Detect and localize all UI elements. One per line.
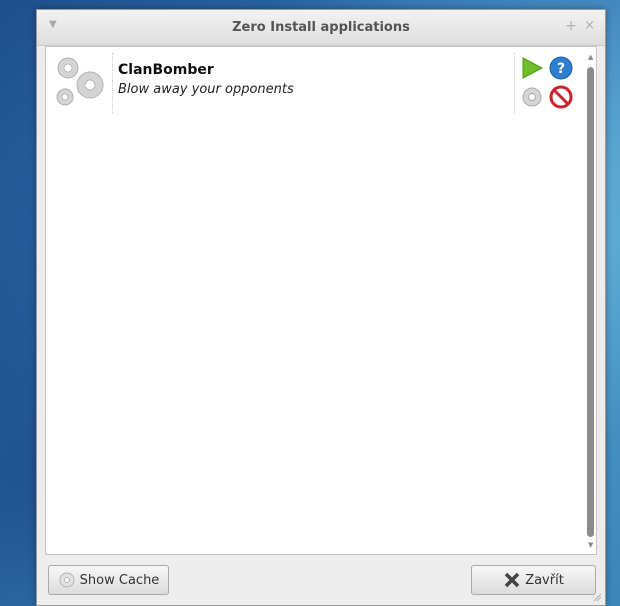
help-icon[interactable]: ? — [549, 56, 573, 80]
maximize-icon[interactable]: + — [565, 18, 577, 34]
scrollbar[interactable]: ▲ ▼ — [585, 53, 597, 549]
close-icon — [504, 572, 520, 588]
separator — [112, 53, 113, 113]
separator — [514, 53, 515, 113]
scroll-up-icon[interactable]: ▲ — [588, 53, 593, 61]
remove-icon[interactable] — [549, 85, 573, 109]
close-window-icon[interactable]: × — [584, 18, 595, 33]
zero-install-window: ▼ Zero Install applications + × ClanBomb… — [36, 9, 606, 606]
play-icon[interactable] — [520, 56, 544, 80]
app-name: ClanBomber — [118, 62, 214, 78]
close-label: Zavřít — [525, 572, 564, 588]
scroll-thumb[interactable] — [587, 67, 594, 537]
window-title: Zero Install applications — [232, 20, 410, 35]
gear-icon[interactable] — [520, 85, 544, 109]
title-bar[interactable]: ▼ Zero Install applications + × — [37, 10, 605, 46]
show-cache-label: Show Cache — [79, 572, 160, 588]
app-description: Blow away your opponents — [118, 82, 294, 97]
svg-text:?: ? — [557, 61, 565, 77]
app-list: ClanBomber Blow away your opponents ? ▲ — [45, 46, 597, 555]
show-cache-button[interactable]: Show Cache — [48, 565, 169, 595]
gears-icon — [56, 57, 104, 106]
list-item[interactable]: ClanBomber Blow away your opponents ? — [46, 47, 582, 117]
resize-grip-icon[interactable] — [592, 592, 602, 602]
close-button[interactable]: Zavřít — [471, 565, 596, 595]
scroll-down-icon[interactable]: ▼ — [588, 541, 593, 549]
gear-icon — [59, 572, 75, 588]
